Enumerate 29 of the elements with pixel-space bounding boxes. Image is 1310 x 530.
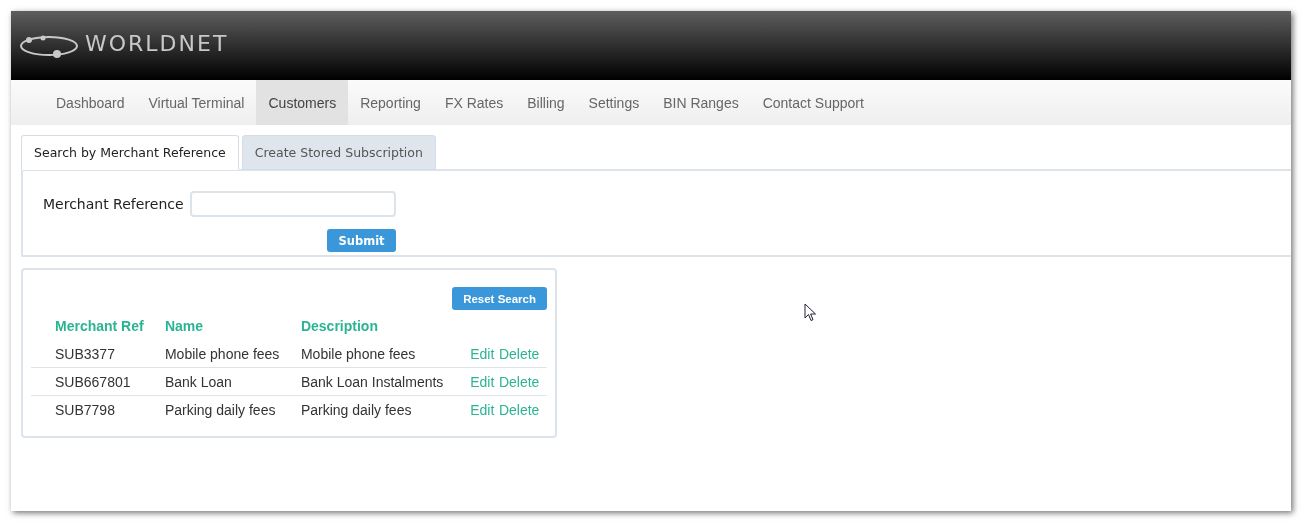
table-cell: SUB667801 [31,367,165,396]
cursor-icon [804,303,817,322]
nav-item[interactable]: Billing [515,80,577,125]
table-cell: Bank Loan Instalments [300,367,471,396]
tab[interactable]: Search by Merchant Reference [21,135,239,170]
table-cell: Mobile phone fees [164,340,301,368]
field-label: Merchant Reference [43,196,184,212]
table-cell: Parking daily fees [300,395,471,423]
column-header: Merchant Ref [31,313,165,340]
table-cell: Parking daily fees [164,395,301,423]
nav-item[interactable]: Reporting [348,80,433,125]
column-header: Description [300,317,379,336]
table-cell: SUB3377 [31,340,165,368]
nav-item[interactable]: Dashboard [44,80,137,125]
submit-button[interactable]: Submit [327,229,396,252]
nav-item[interactable]: Contact Support [750,80,876,125]
merchant-reference-field[interactable] [189,191,396,217]
nav-item[interactable]: BIN Ranges [651,80,751,125]
logo-text: WORLDNET [85,31,229,56]
nav-item[interactable]: Settings [576,80,652,125]
nav-item[interactable]: Customers [256,80,349,125]
table-cell: SUB7798 [31,395,165,423]
table-cell: Mobile phone fees [300,340,471,368]
tab[interactable]: Create Stored Subscription [241,135,436,170]
column-header: Name [164,313,301,340]
nav-item[interactable]: Virtual Terminal [136,80,257,125]
nav-item[interactable]: FX Rates [432,80,516,125]
reset-search-button[interactable]: Reset Search [452,287,547,310]
table-cell: Bank Loan [164,367,301,396]
